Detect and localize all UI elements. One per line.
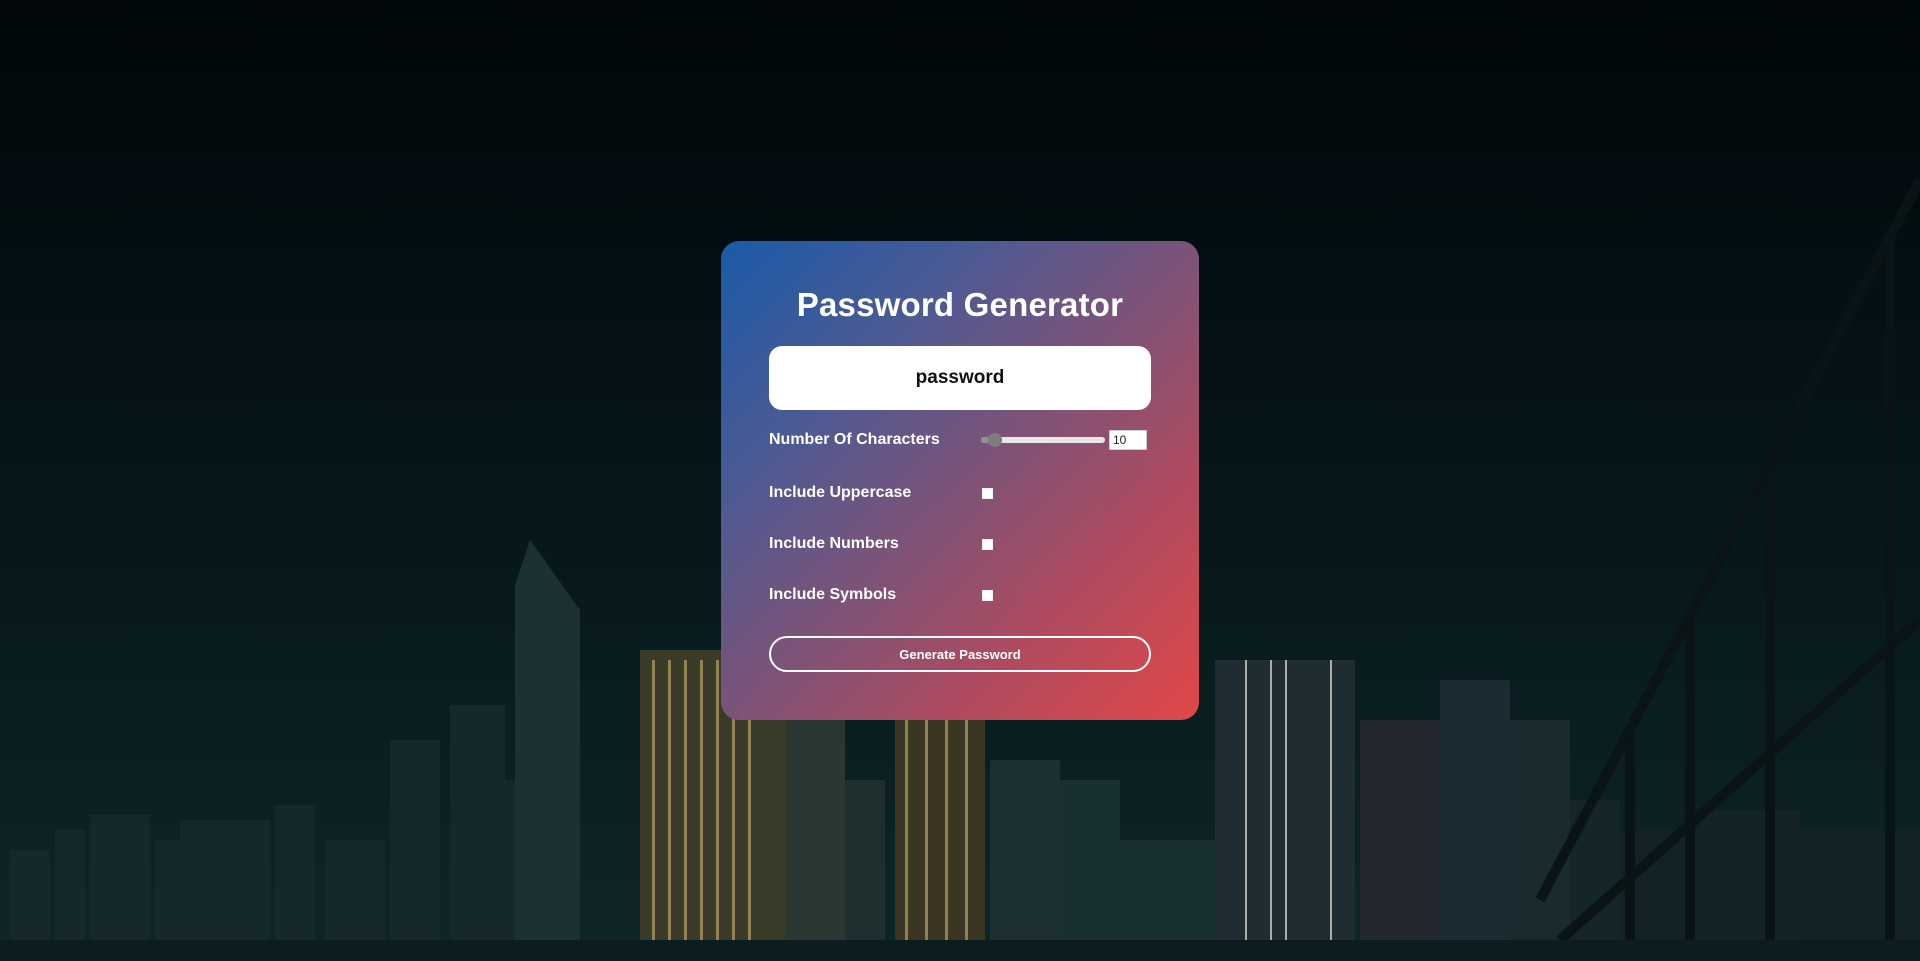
numbers-checkbox[interactable] <box>982 538 993 550</box>
page-title: Password Generator <box>796 286 1124 323</box>
password-output[interactable]: password <box>769 346 1151 410</box>
characters-slider[interactable] <box>981 432 1105 448</box>
symbols-checkbox[interactable] <box>982 589 993 601</box>
uppercase-label: Include Uppercase <box>769 484 912 501</box>
symbols-row: Include Symbols <box>769 581 1151 609</box>
characters-number-input[interactable]: 10 <box>1109 430 1147 450</box>
numbers-label: Include Numbers <box>769 535 899 552</box>
uppercase-row: Include Uppercase <box>769 479 1151 507</box>
characters-row: Number Of Characters 10 <box>769 426 1151 454</box>
generate-password-button[interactable]: Generate Password <box>769 636 1151 672</box>
slider-thumb[interactable] <box>987 433 1002 447</box>
uppercase-checkbox[interactable] <box>982 487 993 499</box>
symbols-label: Include Symbols <box>769 586 897 603</box>
characters-label: Number Of Characters <box>769 431 940 448</box>
numbers-row: Include Numbers <box>769 530 1151 558</box>
password-value: password <box>915 367 1005 388</box>
password-generator-card: Password Generator password Number Of Ch… <box>721 241 1199 720</box>
